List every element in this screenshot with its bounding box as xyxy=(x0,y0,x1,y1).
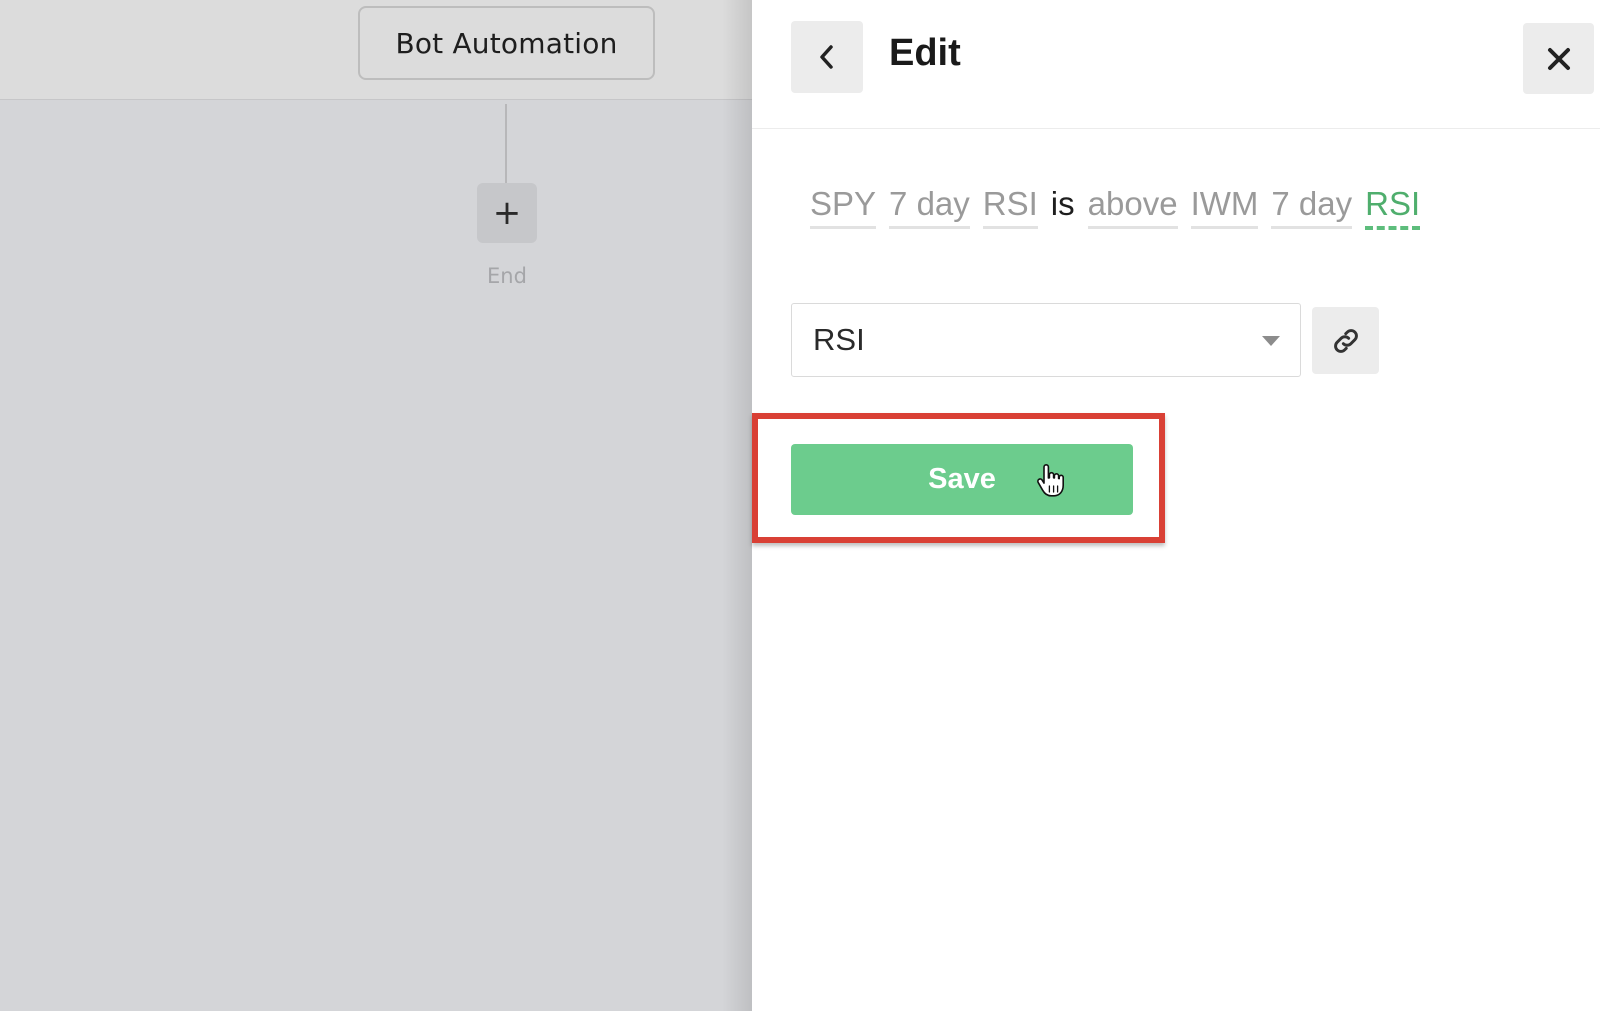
token-compare-ticker[interactable]: IWM xyxy=(1190,185,1259,230)
token-ticker[interactable]: SPY xyxy=(810,185,877,230)
caret-down-icon xyxy=(1262,336,1280,346)
add-step-button[interactable]: + xyxy=(477,183,537,243)
bot-automation-node[interactable]: Bot Automation xyxy=(358,6,655,80)
condition-sentence: SPY 7 day RSI is above IWM 7 day RSI xyxy=(810,185,1433,231)
token-compare-period[interactable]: 7 day xyxy=(1271,185,1353,230)
token-is: is xyxy=(1050,185,1075,222)
edit-panel: Edit SPY 7 day RSI is above IWM 7 day RS… xyxy=(752,0,1600,1011)
token-period[interactable]: 7 day xyxy=(889,185,970,230)
panel-title: Edit xyxy=(889,32,961,74)
close-button[interactable] xyxy=(1523,23,1594,94)
token-indicator[interactable]: RSI xyxy=(982,185,1038,230)
link-button[interactable] xyxy=(1312,307,1379,374)
token-comparator[interactable]: above xyxy=(1087,185,1178,230)
token-compare-indicator[interactable]: RSI xyxy=(1365,185,1421,231)
close-icon xyxy=(1547,47,1570,70)
indicator-select[interactable]: RSI xyxy=(791,303,1301,377)
link-icon xyxy=(1333,328,1358,353)
workflow-canvas: Bot Automation + End xyxy=(0,0,752,1011)
canvas-top-area: Bot Automation xyxy=(0,0,752,100)
node-connector-line xyxy=(505,104,507,184)
panel-shadow xyxy=(722,0,752,1011)
back-button[interactable] xyxy=(791,21,863,93)
save-button[interactable]: Save xyxy=(791,444,1133,515)
plus-icon: + xyxy=(492,193,522,233)
end-label: End xyxy=(487,264,527,288)
indicator-select-value: RSI xyxy=(813,322,865,357)
panel-header: Edit xyxy=(752,0,1600,129)
chevron-left-icon xyxy=(820,45,833,69)
